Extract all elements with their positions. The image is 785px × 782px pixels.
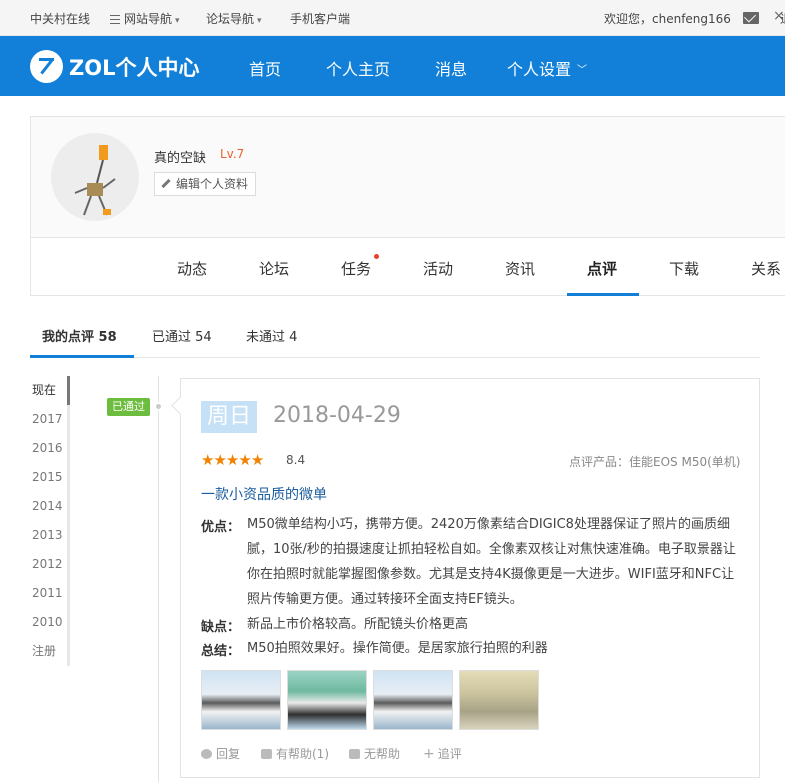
year-item[interactable]: 2012 [30,550,70,579]
nav-personal-page[interactable]: 个人主页 [326,56,390,80]
logo-title[interactable]: ZOL个人中心 [69,52,199,82]
review-photo-thumbnail[interactable] [459,670,539,730]
tab-reviews[interactable]: 点评 [587,258,617,279]
year-item-register[interactable]: 注册 [30,637,70,666]
tab-relations[interactable]: 关系 [751,258,781,279]
tab-my-reviews[interactable]: 我的点评 58 [42,326,117,345]
nav-settings-label: 个人设置 [507,60,572,79]
top-utility-bar: 中关村在线 网站导航 ▾ 论坛导航 ▾ 手机客户端 欢迎您，chenfeng166 … [0,0,785,36]
tab-passed[interactable]: 已通过 54 [152,326,212,345]
year-item[interactable]: 2011 [30,579,70,608]
review-date: 2018-04-29 [273,403,401,428]
plus-icon: + [423,746,435,762]
tab-events[interactable]: 活动 [423,258,453,279]
site-home-link[interactable]: 中关村在线 [30,10,90,27]
profile-header: 真的空缺 Lv.7 编辑个人资料 [31,117,785,238]
year-item[interactable]: 2010 [30,608,70,637]
summary-label: 总结： [201,644,241,659]
review-photo-thumbnail[interactable] [287,670,367,730]
forum-nav-menu[interactable]: 论坛导航 ▾ [206,10,262,27]
user-level-badge: Lv.7 [220,147,245,161]
review-card: 周日 2018-04-29 ★★★★★ 8.4 点评产品：佳能EOS M50(单… [180,378,760,778]
cons-text: 新品上市价格较高。所配镜头价格更高 [247,617,469,632]
edit-profile-button[interactable]: 编辑个人资料 [154,172,256,196]
year-item[interactable]: 2017 [30,405,70,434]
main-header: ZOL个人中心 首页 个人主页 消息 个人设置 ﹀ [0,36,785,96]
star-icon: ★ [201,451,214,469]
review-photo-thumbnail[interactable] [201,670,281,730]
timeline-dot [154,402,163,411]
zol-logo-icon[interactable] [30,50,63,83]
site-nav-label: 网站导航 [124,12,173,26]
welcome-user-link[interactable]: 欢迎您，chenfeng166 [604,10,731,27]
reply-button[interactable]: 回复 [201,745,240,762]
year-item[interactable]: 2013 [30,521,70,550]
year-item[interactable]: 2016 [30,434,70,463]
chevron-down-icon: ▾ [257,16,262,26]
year-item[interactable]: 2014 [30,492,70,521]
avatar[interactable] [51,133,139,221]
nav-settings[interactable]: 个人设置 ﹀ [507,56,587,80]
mobile-client-link[interactable]: 手机客户端 [290,10,350,27]
thumbs-down-icon [349,749,360,759]
followup-review-button[interactable]: + 追评 [423,745,462,762]
tab-forum[interactable]: 论坛 [259,258,289,279]
review-filter-tabs: 我的点评 58 已通过 54 未通过 4 [30,316,760,358]
active-subtab-indicator [30,355,134,358]
star-icon: ★ [213,451,226,469]
unhelpful-label: 无帮助 [364,747,401,761]
forum-nav-label: 论坛导航 [206,12,255,26]
year-item-now[interactable]: 现在 [30,376,70,405]
reply-label: 回复 [216,747,241,761]
tab-tasks[interactable]: 任务 [341,258,371,279]
tab-downloads[interactable]: 下载 [669,258,699,279]
followup-label: 追评 [437,747,462,761]
thumbs-up-icon [261,749,272,759]
reviewed-product-link[interactable]: 点评产品：佳能EOS M50(单机) [569,453,740,470]
username: 真的空缺 [154,151,207,166]
avatar-figure-icon [74,145,116,216]
helpful-button[interactable]: 有帮助(1) [261,745,329,762]
chevron-down-icon: ▾ [175,16,180,26]
pros-text: M50微单结构小巧，携带方便。2420万像素结合DIGIC8处理器保证了照片的画… [247,517,736,607]
timeline-line [158,376,159,782]
cons-label: 缺点： [201,620,241,635]
rating-score: 8.4 [286,453,306,467]
rating-stars: ★★★★★ [201,451,264,469]
status-badge: 已通过 [107,398,150,416]
star-icon: ★ [225,451,239,469]
star-icon: ★ [250,451,264,469]
edit-profile-label: 编辑个人资料 [176,177,249,191]
chevron-down-icon: ﹀ [577,65,588,76]
logout-link[interactable]: 退 [780,10,785,27]
star-icon: ★ [238,451,251,469]
tab-not-passed[interactable]: 未通过 4 [246,326,297,345]
review-weekday: 周日 [201,401,258,433]
active-tab-indicator [567,293,639,296]
mail-icon[interactable] [743,12,759,24]
helpful-label: 有帮助(1) [276,747,329,761]
nav-home[interactable]: 首页 [249,56,281,80]
unhelpful-button[interactable]: 无帮助 [349,745,400,762]
comment-icon [201,749,212,759]
summary-text: M50拍照效果好。操作简便。是居家旅行拍照的利器 [247,641,548,656]
review-photo-thumbnail[interactable] [373,670,453,730]
pencil-icon [161,178,171,189]
menu-icon [110,15,120,24]
tab-news[interactable]: 资讯 [505,258,535,279]
tab-activity[interactable]: 动态 [177,258,207,279]
site-nav-menu[interactable]: 网站导航 ▾ [110,10,180,27]
pros-label: 优点： [201,520,241,535]
notification-dot-icon [374,254,379,259]
nav-messages[interactable]: 消息 [435,56,467,80]
profile-card: 真的空缺 Lv.7 编辑个人资料 动态 论坛 任务 活动 资讯 点评 下载 关系 [30,116,785,296]
year-item[interactable]: 2015 [30,463,70,492]
review-title[interactable]: 一款小资品质的微单 [201,484,327,504]
